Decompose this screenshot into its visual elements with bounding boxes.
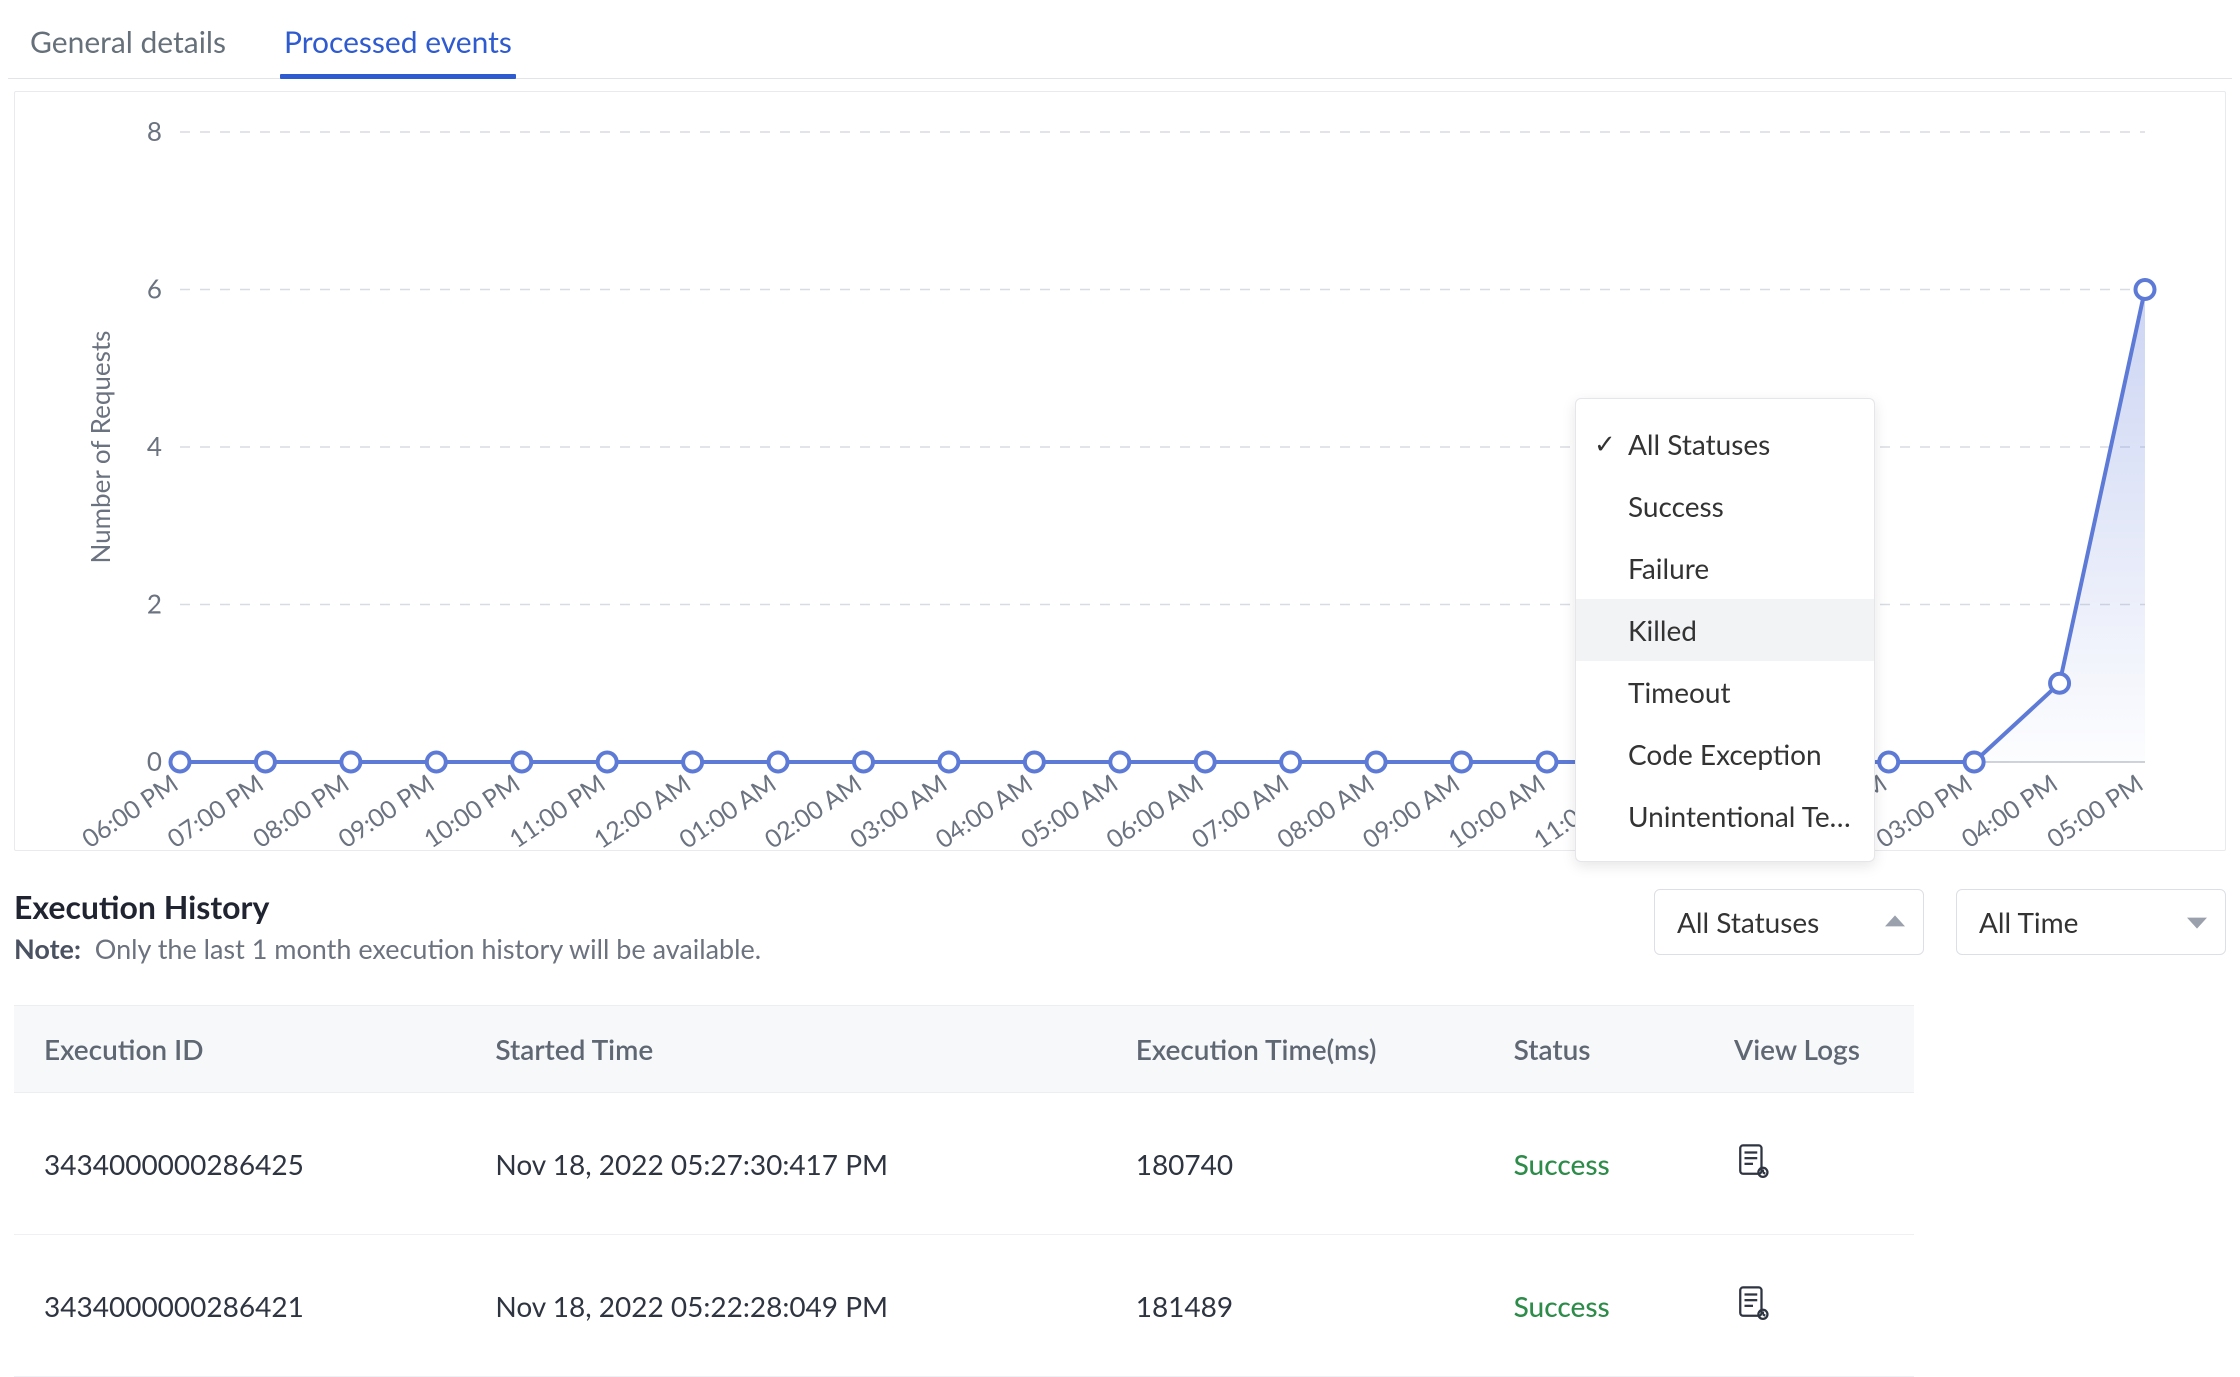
th-started-time: Started Time (465, 1006, 1105, 1093)
svg-text:4: 4 (147, 430, 162, 462)
svg-text:Number of Requests: Number of Requests (84, 331, 116, 564)
svg-text:10:00 PM: 10:00 PM (418, 768, 525, 852)
svg-text:6: 6 (147, 273, 162, 305)
execution-history-table: Execution ID Started Time Execution Time… (14, 1005, 1914, 1377)
svg-text:08:00 PM: 08:00 PM (247, 768, 354, 852)
cell-execution-id: 3434000000286425 (14, 1093, 465, 1235)
svg-text:07:00 PM: 07:00 PM (162, 768, 269, 852)
status-option[interactable]: Unintentional Ter… (1576, 785, 1874, 847)
status-option[interactable]: Code Exception (1576, 723, 1874, 785)
th-execution-time: Execution Time(ms) (1106, 1006, 1484, 1093)
status-option[interactable]: Killed (1576, 599, 1874, 661)
view-logs-icon[interactable] (1734, 1141, 1772, 1181)
view-logs-icon[interactable] (1734, 1283, 1772, 1323)
th-execution-id: Execution ID (14, 1006, 465, 1093)
svg-text:06:00 PM: 06:00 PM (76, 768, 183, 852)
tab-processed-events[interactable]: Processed events (280, 18, 516, 78)
cell-execution-time: 180740 (1106, 1093, 1484, 1235)
chevron-up-icon (1885, 915, 1905, 926)
cell-execution-time: 181489 (1106, 1235, 1484, 1377)
chevron-down-icon (2187, 918, 2207, 929)
tabs: General details Processed events (8, 8, 2232, 79)
section-title: Execution History (14, 887, 1654, 926)
svg-text:05:00 PM: 05:00 PM (2041, 768, 2148, 852)
execution-history-header: Execution History Note: Only the last 1 … (14, 887, 2226, 965)
svg-text:8: 8 (147, 115, 162, 147)
requests-chart: 02468Number of Requests06:00 PM07:00 PM0… (15, 92, 2205, 852)
time-filter-select[interactable]: All Time (1956, 889, 2226, 955)
cell-status: Success (1484, 1235, 1704, 1377)
cell-started-time: Nov 18, 2022 05:27:30:417 PM (465, 1093, 1105, 1235)
table-row: 3434000000286421Nov 18, 2022 05:22:28:04… (14, 1235, 1914, 1377)
svg-text:03:00 PM: 03:00 PM (1870, 768, 1977, 852)
status-option[interactable]: Failure (1576, 537, 1874, 599)
th-view-logs: View Logs (1704, 1006, 1914, 1093)
status-filter-select[interactable]: All Statuses (1654, 889, 1924, 955)
cell-execution-id: 3434000000286421 (14, 1235, 465, 1377)
status-option[interactable]: Success (1576, 475, 1874, 537)
tab-general-details[interactable]: General details (26, 18, 230, 78)
status-option[interactable]: Timeout (1576, 661, 1874, 723)
status-filter-popup[interactable]: All StatusesSuccessFailureKilledTimeoutC… (1575, 398, 1875, 862)
time-filter-selected: All Time (1979, 905, 2078, 939)
cell-status: Success (1484, 1093, 1704, 1235)
th-status: Status (1484, 1006, 1704, 1093)
table-row: 3434000000286425Nov 18, 2022 05:27:30:41… (14, 1093, 1914, 1235)
svg-text:04:00 PM: 04:00 PM (1956, 768, 2063, 852)
status-filter-selected: All Statuses (1677, 905, 1819, 939)
svg-text:09:00 PM: 09:00 PM (333, 768, 440, 852)
cell-view-logs (1704, 1235, 1914, 1377)
status-option[interactable]: All Statuses (1576, 413, 1874, 475)
chart-panel: 02468Number of Requests06:00 PM07:00 PM0… (14, 91, 2226, 851)
table-header-row: Execution ID Started Time Execution Time… (14, 1006, 1914, 1093)
cell-started-time: Nov 18, 2022 05:22:28:049 PM (465, 1235, 1105, 1377)
cell-view-logs (1704, 1093, 1914, 1235)
section-note: Note: Only the last 1 month execution hi… (14, 932, 1654, 965)
svg-text:2: 2 (147, 588, 162, 620)
